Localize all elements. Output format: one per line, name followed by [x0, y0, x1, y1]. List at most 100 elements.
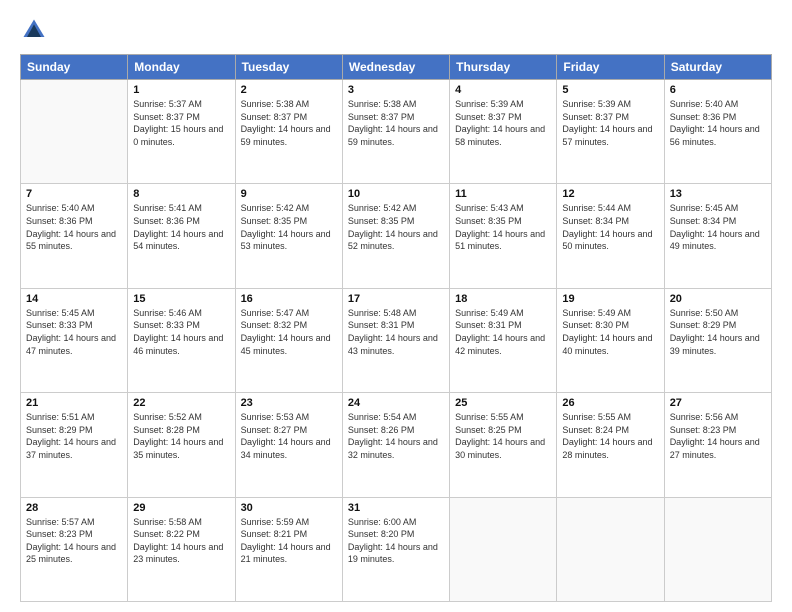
header-row: SundayMondayTuesdayWednesdayThursdayFrid…: [21, 55, 772, 80]
day-cell: 6 Sunrise: 5:40 AMSunset: 8:36 PMDaylight…: [664, 80, 771, 184]
day-cell: 11Sunrise: 5:43 AMSunset: 8:35 PMDayligh…: [450, 184, 557, 288]
day-info: Sunrise: 5:45 AMSunset: 8:33 PMDaylight:…: [26, 307, 122, 357]
day-info: Sunrise: 5:50 AMSunset: 8:29 PMDaylight:…: [670, 307, 766, 357]
day-cell: 20 Sunrise: 5:50 AMSunset: 8:29 PMDayligh…: [664, 288, 771, 392]
week-row-1: 1 Sunrise: 5:37 AMSunset: 8:37 PMDaylight…: [21, 80, 772, 184]
day-cell: [450, 497, 557, 601]
day-info: Sunrise: 5:57 AMSunset: 8:23 PMDaylight:…: [26, 516, 122, 566]
day-info: Sunrise: 5:43 AMSunset: 8:35 PMDaylight:…: [455, 202, 551, 252]
day-number: 6: [670, 84, 766, 96]
day-number: 29: [133, 502, 229, 514]
column-header-thursday: Thursday: [450, 55, 557, 80]
day-cell: 22 Sunrise: 5:52 AMSunset: 8:28 PMDayligh…: [128, 393, 235, 497]
day-number: 27: [670, 397, 766, 409]
day-info: Sunrise: 5:49 AMSunset: 8:31 PMDaylight:…: [455, 307, 551, 357]
day-info: Sunrise: 5:37 AMSunset: 8:37 PMDaylight:…: [133, 98, 229, 148]
day-info: Sunrise: 5:44 AMSunset: 8:34 PMDaylight:…: [562, 202, 658, 252]
day-info: Sunrise: 5:55 AMSunset: 8:25 PMDaylight:…: [455, 411, 551, 461]
day-cell: [664, 497, 771, 601]
day-cell: 18Sunrise: 5:49 AMSunset: 8:31 PMDayligh…: [450, 288, 557, 392]
day-cell: 24 Sunrise: 5:54 AMSunset: 8:26 PMDayligh…: [342, 393, 449, 497]
day-cell: 30 Sunrise: 5:59 AMSunset: 8:21 PMDayligh…: [235, 497, 342, 601]
day-number: 28: [26, 502, 122, 514]
day-cell: 15Sunrise: 5:46 AMSunset: 8:33 PMDayligh…: [128, 288, 235, 392]
logo-icon: [20, 16, 48, 44]
column-header-sunday: Sunday: [21, 55, 128, 80]
day-number: 3: [348, 84, 444, 96]
day-number: 25: [455, 397, 551, 409]
day-cell: 2 Sunrise: 5:38 AMSunset: 8:37 PMDaylight…: [235, 80, 342, 184]
day-number: 21: [26, 397, 122, 409]
day-cell: 10 Sunrise: 5:42 AMSunset: 8:35 PMDayligh…: [342, 184, 449, 288]
calendar-table: SundayMondayTuesdayWednesdayThursdayFrid…: [20, 54, 772, 602]
day-cell: 12Sunrise: 5:44 AMSunset: 8:34 PMDayligh…: [557, 184, 664, 288]
day-cell: 21 Sunrise: 5:51 AMSunset: 8:29 PMDayligh…: [21, 393, 128, 497]
day-info: Sunrise: 5:46 AMSunset: 8:33 PMDaylight:…: [133, 307, 229, 357]
day-number: 30: [241, 502, 337, 514]
day-cell: 23 Sunrise: 5:53 AMSunset: 8:27 PMDayligh…: [235, 393, 342, 497]
day-number: 8: [133, 188, 229, 200]
day-info: Sunrise: 5:42 AMSunset: 8:35 PMDaylight:…: [348, 202, 444, 252]
week-row-4: 21 Sunrise: 5:51 AMSunset: 8:29 PMDayligh…: [21, 393, 772, 497]
day-cell: 4 Sunrise: 5:39 AMSunset: 8:37 PMDaylight…: [450, 80, 557, 184]
day-info: Sunrise: 5:56 AMSunset: 8:23 PMDaylight:…: [670, 411, 766, 461]
day-cell: [557, 497, 664, 601]
page: SundayMondayTuesdayWednesdayThursdayFrid…: [0, 0, 792, 612]
day-info: Sunrise: 5:42 AMSunset: 8:35 PMDaylight:…: [241, 202, 337, 252]
day-cell: 31Sunrise: 6:00 AMSunset: 8:20 PMDayligh…: [342, 497, 449, 601]
day-info: Sunrise: 5:59 AMSunset: 8:21 PMDaylight:…: [241, 516, 337, 566]
day-number: 22: [133, 397, 229, 409]
day-info: Sunrise: 5:40 AMSunset: 8:36 PMDaylight:…: [670, 98, 766, 148]
day-number: 7: [26, 188, 122, 200]
day-cell: 25 Sunrise: 5:55 AMSunset: 8:25 PMDayligh…: [450, 393, 557, 497]
day-cell: 7Sunrise: 5:40 AMSunset: 8:36 PMDaylight…: [21, 184, 128, 288]
day-info: Sunrise: 5:45 AMSunset: 8:34 PMDaylight:…: [670, 202, 766, 252]
day-info: Sunrise: 5:39 AMSunset: 8:37 PMDaylight:…: [455, 98, 551, 148]
week-row-2: 7Sunrise: 5:40 AMSunset: 8:36 PMDaylight…: [21, 184, 772, 288]
day-cell: 9Sunrise: 5:42 AMSunset: 8:35 PMDaylight…: [235, 184, 342, 288]
day-info: Sunrise: 5:39 AMSunset: 8:37 PMDaylight:…: [562, 98, 658, 148]
day-cell: 13 Sunrise: 5:45 AMSunset: 8:34 PMDayligh…: [664, 184, 771, 288]
day-info: Sunrise: 5:49 AMSunset: 8:30 PMDaylight:…: [562, 307, 658, 357]
day-cell: [21, 80, 128, 184]
day-number: 4: [455, 84, 551, 96]
day-info: Sunrise: 5:53 AMSunset: 8:27 PMDaylight:…: [241, 411, 337, 461]
day-cell: 29 Sunrise: 5:58 AMSunset: 8:22 PMDayligh…: [128, 497, 235, 601]
day-number: 16: [241, 293, 337, 305]
day-cell: 3 Sunrise: 5:38 AMSunset: 8:37 PMDaylight…: [342, 80, 449, 184]
column-header-tuesday: Tuesday: [235, 55, 342, 80]
day-cell: 14 Sunrise: 5:45 AMSunset: 8:33 PMDayligh…: [21, 288, 128, 392]
day-cell: 19 Sunrise: 5:49 AMSunset: 8:30 PMDayligh…: [557, 288, 664, 392]
day-number: 23: [241, 397, 337, 409]
day-number: 26: [562, 397, 658, 409]
day-info: Sunrise: 5:41 AMSunset: 8:36 PMDaylight:…: [133, 202, 229, 252]
day-number: 13: [670, 188, 766, 200]
day-number: 5: [562, 84, 658, 96]
day-number: 14: [26, 293, 122, 305]
day-info: Sunrise: 6:00 AMSunset: 8:20 PMDaylight:…: [348, 516, 444, 566]
day-info: Sunrise: 5:48 AMSunset: 8:31 PMDaylight:…: [348, 307, 444, 357]
day-number: 19: [562, 293, 658, 305]
day-number: 1: [133, 84, 229, 96]
day-info: Sunrise: 5:38 AMSunset: 8:37 PMDaylight:…: [241, 98, 337, 148]
column-header-monday: Monday: [128, 55, 235, 80]
day-cell: 27 Sunrise: 5:56 AMSunset: 8:23 PMDayligh…: [664, 393, 771, 497]
day-info: Sunrise: 5:47 AMSunset: 8:32 PMDaylight:…: [241, 307, 337, 357]
day-cell: 26Sunrise: 5:55 AMSunset: 8:24 PMDayligh…: [557, 393, 664, 497]
day-cell: 16 Sunrise: 5:47 AMSunset: 8:32 PMDayligh…: [235, 288, 342, 392]
day-info: Sunrise: 5:38 AMSunset: 8:37 PMDaylight:…: [348, 98, 444, 148]
header: [20, 16, 772, 44]
day-info: Sunrise: 5:54 AMSunset: 8:26 PMDaylight:…: [348, 411, 444, 461]
day-number: 2: [241, 84, 337, 96]
day-cell: 28 Sunrise: 5:57 AMSunset: 8:23 PMDayligh…: [21, 497, 128, 601]
day-info: Sunrise: 5:58 AMSunset: 8:22 PMDaylight:…: [133, 516, 229, 566]
day-info: Sunrise: 5:52 AMSunset: 8:28 PMDaylight:…: [133, 411, 229, 461]
column-header-friday: Friday: [557, 55, 664, 80]
week-row-5: 28 Sunrise: 5:57 AMSunset: 8:23 PMDayligh…: [21, 497, 772, 601]
day-cell: 17Sunrise: 5:48 AMSunset: 8:31 PMDayligh…: [342, 288, 449, 392]
day-number: 10: [348, 188, 444, 200]
day-info: Sunrise: 5:51 AMSunset: 8:29 PMDaylight:…: [26, 411, 122, 461]
day-number: 20: [670, 293, 766, 305]
column-header-saturday: Saturday: [664, 55, 771, 80]
day-number: 24: [348, 397, 444, 409]
